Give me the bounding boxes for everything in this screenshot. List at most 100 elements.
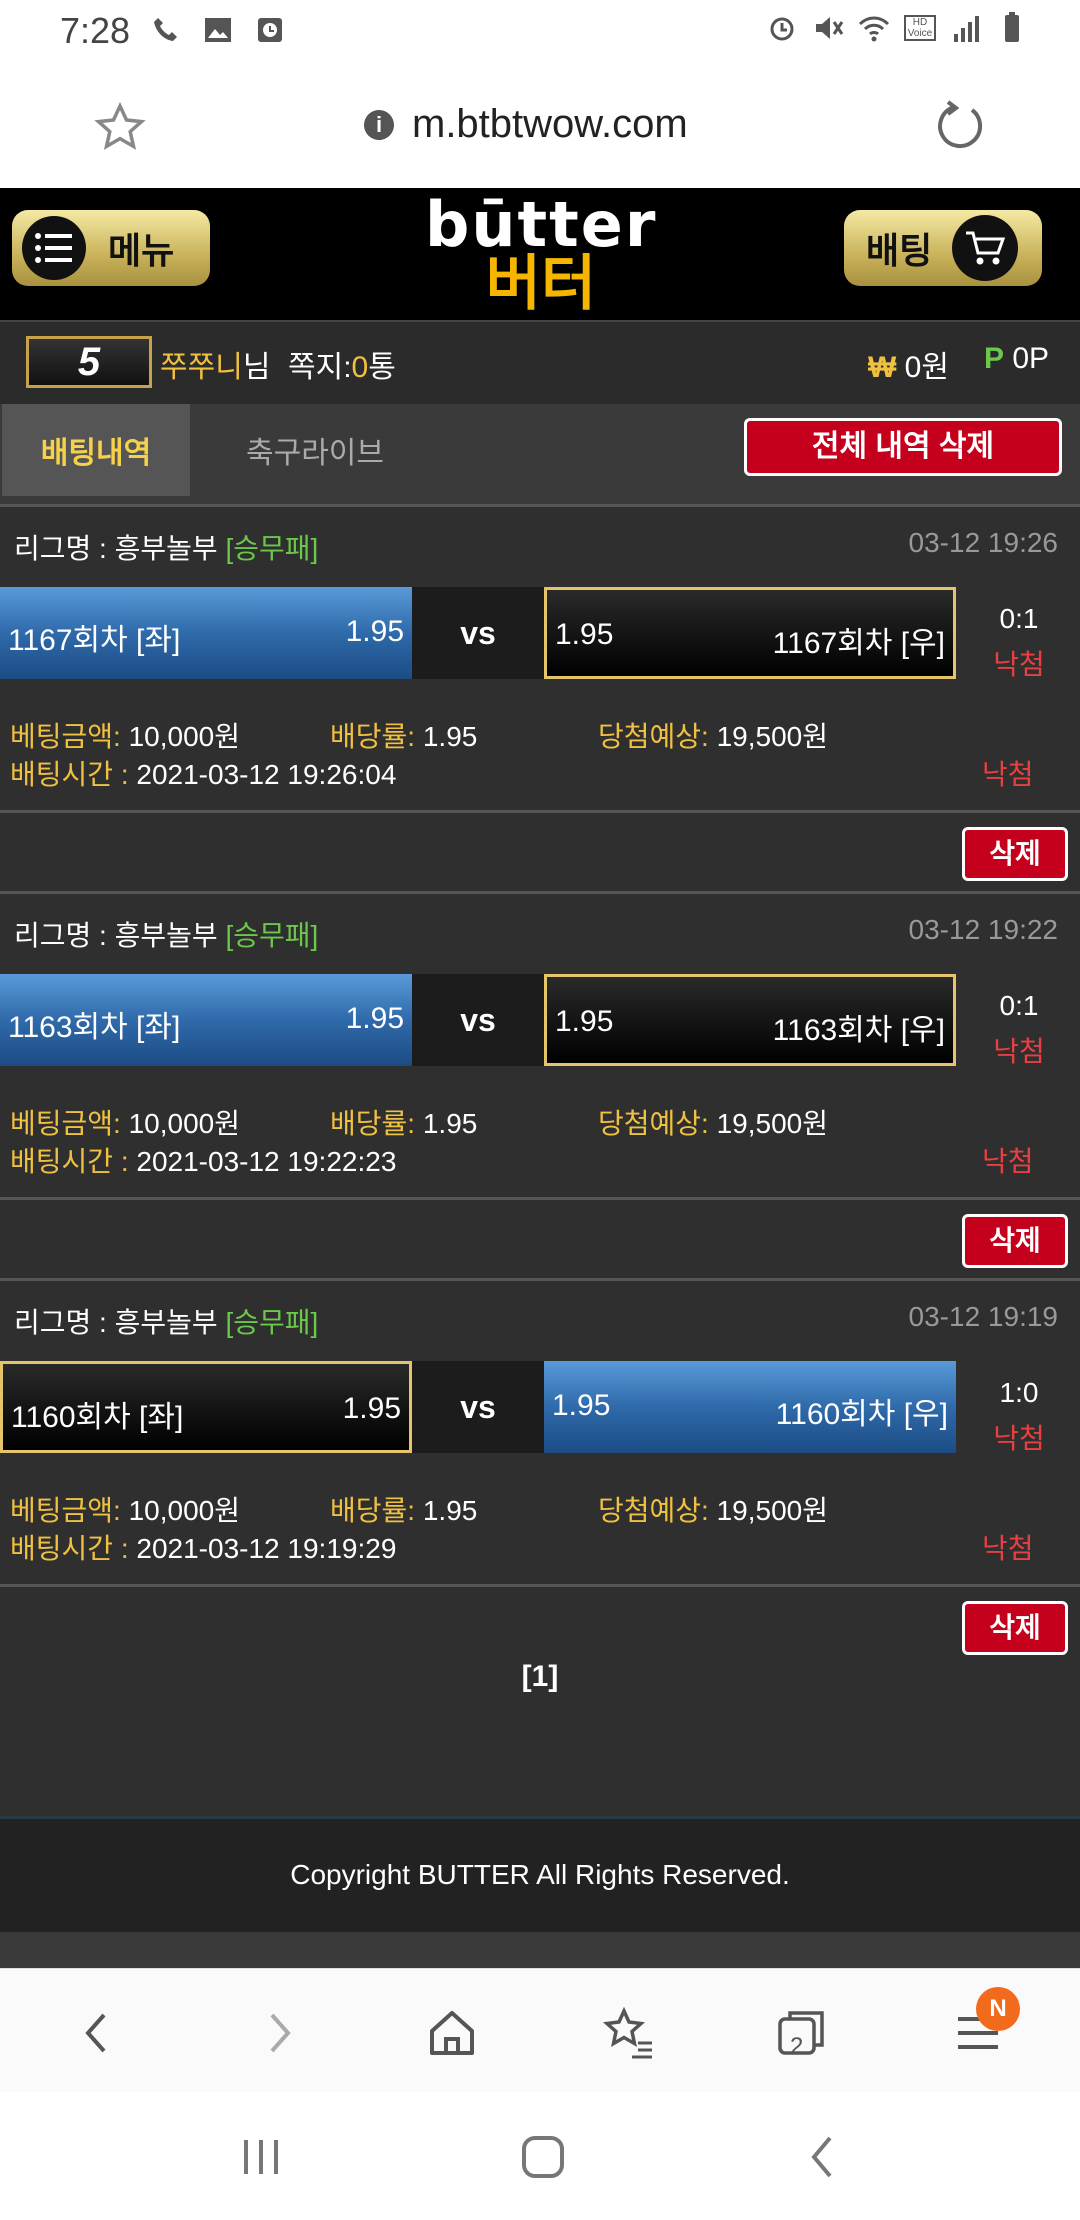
- bet-time: 배팅시간 : 2021-03-12 19:22:23: [10, 1140, 396, 1180]
- menu-button[interactable]: 메뉴: [12, 210, 210, 286]
- card-footer: 삭제: [0, 1584, 1080, 1816]
- status-time: 7:28: [60, 10, 131, 51]
- alarm-icon: [770, 17, 794, 41]
- bet-time-label: 배팅시간 :: [10, 759, 129, 790]
- right-team-odds: 1.95: [555, 618, 614, 651]
- bet-card: 리그명 : 흥부놀부 [승무패] 03-12 19:19 1160회차 [좌] …: [0, 1278, 1080, 1584]
- clock-app-icon: [258, 18, 282, 42]
- wifi-icon: [858, 16, 890, 42]
- user-name[interactable]: 쭈쭈니님: [160, 342, 270, 386]
- recent-apps-icon[interactable]: [236, 2132, 286, 2182]
- bet-amount: 베팅금액: 10,000원: [10, 1489, 240, 1529]
- right-team[interactable]: 1.95 1163회차 [우]: [544, 974, 956, 1066]
- bet-rate-value: 1.95: [422, 721, 478, 752]
- back-button-icon[interactable]: [798, 2132, 848, 2182]
- page-bottom-gap: [0, 1932, 1080, 1968]
- url-bar: i m.btbtwow.com: [0, 60, 1080, 188]
- bet-time: 배팅시간 : 2021-03-12 19:19:29: [10, 1527, 396, 1567]
- tabs-bar: 배팅내역 축구라이브 전체 내역 삭제: [0, 404, 1080, 504]
- home-button-icon[interactable]: [518, 2132, 568, 2182]
- expected-win: 당첨예상: 19,500원: [598, 1102, 828, 1142]
- user-name-suffix: 님: [242, 351, 271, 384]
- tab-count: 2: [790, 2033, 804, 2060]
- right-team[interactable]: 1.95 1167회차 [우]: [544, 587, 956, 679]
- point-balance: P 0P: [984, 342, 1049, 376]
- vs-label: vs: [412, 1361, 544, 1453]
- tab-soccer-live[interactable]: 축구라이브: [192, 404, 438, 496]
- message-unit: 통: [368, 351, 396, 384]
- bet-type: [승무패]: [225, 533, 319, 564]
- league-label: 리그명 : 흥부놀부: [14, 1307, 218, 1338]
- bet-amount-label: 베팅금액:: [10, 721, 121, 752]
- gallery-icon: [205, 18, 231, 42]
- won-icon: ₩: [868, 351, 897, 384]
- card-header: 리그명 : 흥부놀부 [승무패] 03-12 19:19: [0, 1281, 1064, 1353]
- left-team-odds: 1.95: [345, 1002, 404, 1035]
- card-footer: 삭제: [0, 1197, 1080, 1281]
- bet-rate-label: 배당률:: [330, 721, 416, 752]
- bet-rate-label: 배당률:: [330, 1108, 416, 1139]
- site-info-icon[interactable]: i: [364, 110, 394, 140]
- reload-icon[interactable]: [932, 98, 988, 154]
- delete-button[interactable]: 삭제: [962, 1601, 1068, 1655]
- bet-label: 배팅: [866, 230, 933, 271]
- browser-toolbar: 2 N: [0, 1968, 1080, 2092]
- bet-amount-label: 베팅금액:: [10, 1108, 121, 1139]
- match-result: 낙첨: [993, 649, 1045, 680]
- forward-icon[interactable]: [248, 2003, 308, 2063]
- bet-status: 낙첨: [982, 1146, 1034, 1177]
- left-team-name: 1160회차 [좌]: [11, 1401, 184, 1434]
- bet-time-label: 배팅시간 :: [10, 1533, 129, 1564]
- bookmark-star-icon[interactable]: [92, 100, 148, 156]
- message-count[interactable]: 쪽지:0통: [288, 342, 396, 386]
- league-name: 리그명 : 흥부놀부 [승무패]: [14, 527, 318, 567]
- left-team-odds: 1.95: [342, 1392, 401, 1425]
- status-right-icons: HD Voice: [766, 12, 1028, 44]
- bet-amount-label: 베팅금액:: [10, 1495, 121, 1526]
- left-team-selected[interactable]: 1163회차 [좌] 1.95: [0, 974, 412, 1066]
- cart-icon: [952, 215, 1019, 281]
- right-team-name: 1167회차 [우]: [772, 627, 945, 660]
- league-name: 리그명 : 흥부놀부 [승무패]: [14, 1301, 318, 1341]
- match-row: 1167회차 [좌] 1.95 vs 1.95 1167회차 [우] 0:1 낙…: [0, 587, 1080, 681]
- vs-label: vs: [412, 587, 544, 679]
- right-team-selected[interactable]: 1.95 1160회차 [우]: [544, 1361, 956, 1453]
- expected-win-value: 19,500원: [716, 1495, 829, 1526]
- delete-button[interactable]: 삭제: [962, 827, 1068, 881]
- url-text[interactable]: m.btbtwow.com: [412, 102, 688, 147]
- bet-cart-button[interactable]: 배팅: [844, 210, 1042, 286]
- match-score: 0:1: [999, 990, 1039, 1021]
- bookmarks-icon[interactable]: [598, 2003, 658, 2063]
- money-balance: ₩ 0원: [868, 342, 949, 386]
- delete-button[interactable]: 삭제: [962, 1214, 1068, 1268]
- left-team-name: 1167회차 [좌]: [8, 624, 181, 657]
- back-icon[interactable]: [68, 2003, 128, 2063]
- match-result: 낙첨: [993, 1423, 1045, 1454]
- status-bar: 7:28 HD Voice: [0, 0, 1080, 60]
- bet-status: 낙첨: [982, 1533, 1034, 1564]
- tab-bet-history[interactable]: 배팅내역: [2, 404, 190, 496]
- bet-amount: 베팅금액: 10,000원: [10, 1102, 240, 1142]
- bet-card: 리그명 : 흥부놀부 [승무패] 03-12 19:26 1167회차 [좌] …: [0, 504, 1080, 810]
- system-navigation-bar: [0, 2092, 1080, 2220]
- delete-all-button[interactable]: 전체 내역 삭제: [744, 418, 1062, 476]
- logo-korean: 버터: [485, 249, 597, 319]
- expected-win-label: 당첨예상:: [598, 1495, 709, 1526]
- left-team[interactable]: 1160회차 [좌] 1.95: [0, 1361, 412, 1453]
- right-team-odds: 1.95: [555, 1005, 614, 1038]
- bet-rate-label: 배당률:: [330, 1495, 416, 1526]
- bet-amount-value: 10,000원: [128, 1108, 241, 1139]
- expected-win-label: 당첨예상:: [598, 1108, 709, 1139]
- pagination-page-1[interactable]: [1]: [0, 1660, 1080, 1694]
- mute-icon: [816, 17, 844, 39]
- left-team-selected[interactable]: 1167회차 [좌] 1.95: [0, 587, 412, 679]
- bet-amount-value: 10,000원: [128, 1495, 241, 1526]
- site-logo[interactable]: būtter 버터: [425, 194, 657, 319]
- bet-type: [승무패]: [225, 1307, 319, 1338]
- bet-rate-value: 1.95: [422, 1495, 478, 1526]
- home-icon[interactable]: [422, 2003, 482, 2063]
- bet-amount: 베팅금액: 10,000원: [10, 715, 240, 755]
- bet-time-value: 2021-03-12 19:26:04: [136, 759, 397, 790]
- message-label: 쪽지:: [288, 351, 352, 384]
- card-header: 리그명 : 흥부놀부 [승무패] 03-12 19:22: [0, 894, 1064, 966]
